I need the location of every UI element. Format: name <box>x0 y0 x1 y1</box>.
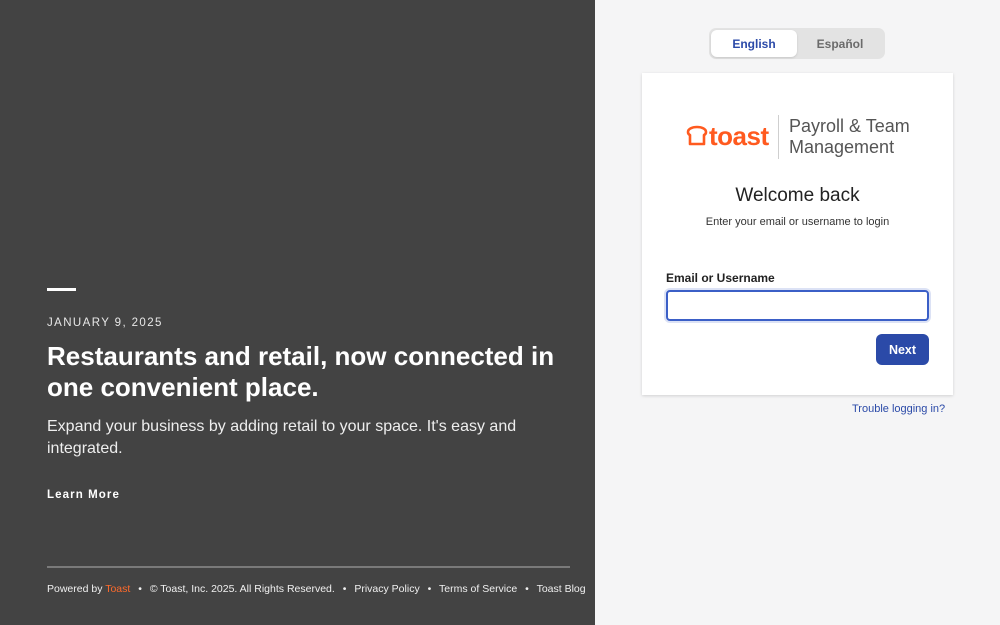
login-card: toast Payroll & Team Management Welcome … <box>642 73 953 395</box>
promo-date: JANUARY 9, 2025 <box>47 317 163 329</box>
language-spanish-tab[interactable]: Español <box>797 30 883 57</box>
trouble-logging-in-link[interactable]: Trouble logging in? <box>852 403 945 415</box>
email-username-input[interactable] <box>666 290 929 321</box>
footer-separator: • <box>427 583 432 595</box>
promo-panel: JANUARY 9, 2025 Restaurants and retail, … <box>0 0 595 625</box>
footer-divider <box>47 566 570 568</box>
promo-subtext: Expand your business by adding retail to… <box>47 418 517 457</box>
learn-more-link[interactable]: Learn More <box>47 489 120 501</box>
footer-toast-link[interactable]: Toast <box>105 583 130 595</box>
next-button[interactable]: Next <box>876 334 929 365</box>
promo-headline: Restaurants and retail, now connected in… <box>47 341 555 402</box>
product-name-line1: Payroll & Team <box>789 116 910 136</box>
footer-blog-link[interactable]: Toast Blog <box>537 583 586 595</box>
logo-lockup: toast Payroll & Team Management <box>686 115 916 161</box>
language-toggle: English Español <box>709 28 885 59</box>
login-instruction: Enter your email or username to login <box>705 216 890 228</box>
product-name: Payroll & Team Management <box>789 116 910 158</box>
footer-terms-link[interactable]: Terms of Service <box>439 583 517 595</box>
logo-divider <box>778 115 779 159</box>
promo-rule <box>47 288 76 291</box>
footer-privacy-link[interactable]: Privacy Policy <box>354 583 419 595</box>
welcome-heading: Welcome back <box>735 185 860 206</box>
footer: Powered by Toast • © Toast, Inc. 2025. A… <box>47 583 586 595</box>
product-name-line2: Management <box>789 137 895 157</box>
footer-powered-by: Powered by <box>47 583 103 595</box>
language-english-tab[interactable]: English <box>711 30 797 57</box>
toast-bread-icon <box>686 125 708 146</box>
footer-copyright: © Toast, Inc. 2025. All Rights Reserved. <box>149 583 335 595</box>
email-field-label: Email or Username <box>666 271 775 285</box>
footer-separator: • <box>138 583 142 595</box>
toast-logo: toast <box>686 123 769 149</box>
footer-separator: • <box>525 583 529 595</box>
toast-wordmark: toast <box>709 121 769 151</box>
footer-separator: • <box>342 583 347 595</box>
